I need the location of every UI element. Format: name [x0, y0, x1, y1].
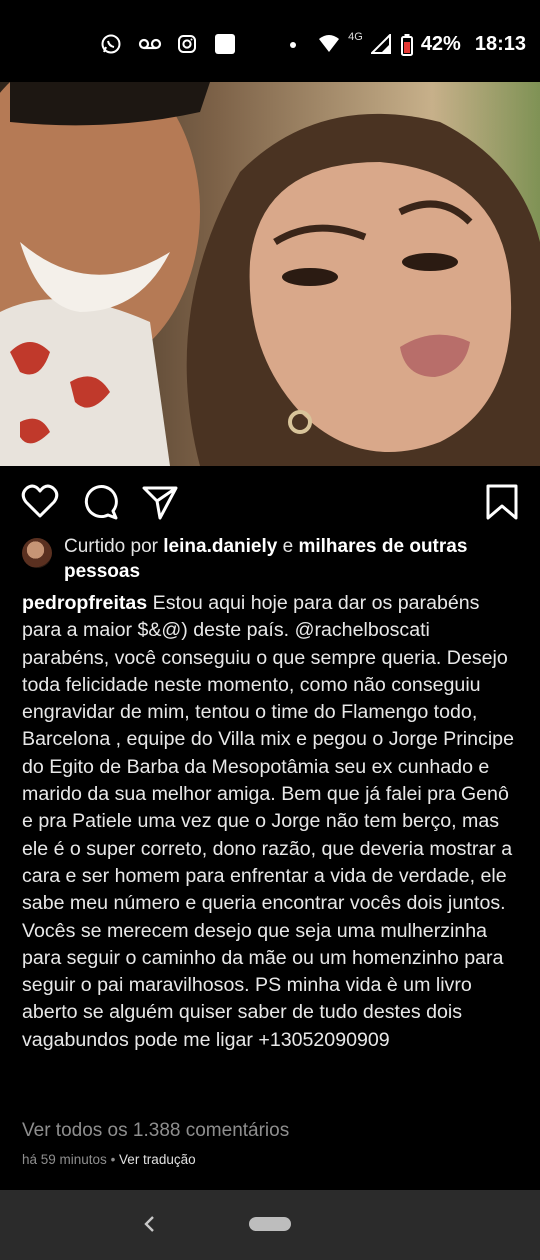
liked-by-text: Curtido por leina.daniely e milhares de …	[64, 534, 522, 584]
dot-icon	[290, 41, 297, 48]
post-photo-illustration	[0, 82, 540, 466]
liked-by[interactable]: Curtido por leina.daniely e milhares de …	[22, 534, 522, 584]
translate-link[interactable]: Ver tradução	[119, 1152, 196, 1167]
liked-user-link[interactable]: leina.daniely	[163, 536, 277, 557]
avatar[interactable]	[22, 538, 52, 568]
caption-username[interactable]: pedropfreitas	[22, 592, 147, 614]
status-bar: 4G 42% 18:13	[0, 0, 540, 82]
liked-prefix: Curtido por	[64, 536, 164, 557]
signal-icon	[369, 32, 393, 56]
save-icon[interactable]	[482, 482, 522, 522]
caption-text-continued: parabéns, você conseguiu o que sempre qu…	[22, 646, 514, 1051]
battery-percent: 42%	[420, 33, 461, 55]
back-icon[interactable]	[140, 1212, 160, 1236]
like-icon[interactable]	[20, 482, 60, 522]
post-caption: pedropfreitas Estou aqui hoje para dar o…	[22, 590, 522, 1054]
meta-separator: •	[106, 1152, 120, 1167]
instagram-icon	[176, 33, 198, 55]
whatsapp-icon	[100, 33, 122, 55]
home-pill-icon[interactable]	[249, 1217, 291, 1231]
clock: 18:13	[474, 33, 526, 55]
navigation-bar	[0, 1190, 540, 1260]
liked-middle: e	[277, 536, 299, 557]
comment-icon[interactable]	[80, 482, 120, 522]
post-image[interactable]	[0, 82, 540, 466]
post-meta: há 59 minutos • Ver tradução	[22, 1152, 196, 1167]
share-icon[interactable]	[140, 482, 180, 522]
battery-icon	[400, 33, 413, 56]
network-type: 4G	[348, 30, 363, 43]
caption-mention[interactable]: @rachelboscati	[295, 619, 430, 641]
system-indicators: 4G 42% 18:13	[290, 30, 526, 56]
view-comments-link[interactable]: Ver todos os 1.388 comentários	[22, 1120, 289, 1142]
square-icon	[214, 33, 236, 55]
post-actions	[0, 476, 540, 526]
voicemail-icon	[138, 33, 162, 55]
post-timestamp: há 59 minutos	[22, 1152, 107, 1167]
notification-icons	[100, 33, 236, 55]
wifi-icon	[318, 34, 340, 56]
